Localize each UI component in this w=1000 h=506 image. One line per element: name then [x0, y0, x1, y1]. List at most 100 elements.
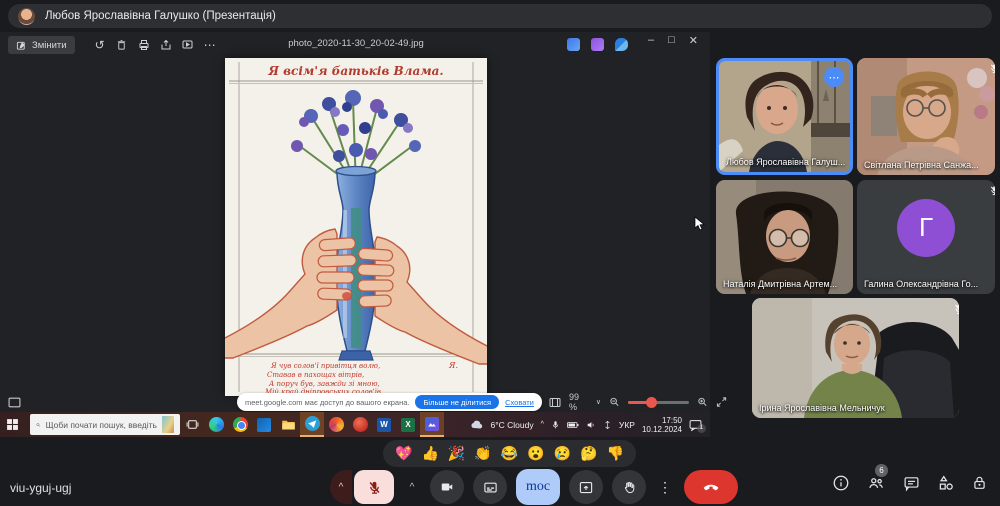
reaction-surprised[interactable]: 😮 [527, 445, 544, 462]
meeting-details-button[interactable] [832, 474, 850, 492]
zoom-in-icon[interactable] [697, 396, 708, 408]
telegram-icon[interactable] [300, 412, 324, 437]
word-icon[interactable]: W [372, 412, 396, 437]
participant-tile-2[interactable]: Світлана Петрівна Санжа... [857, 58, 995, 175]
notification-count-badge: 1 [697, 424, 706, 433]
rotate-icon[interactable]: ↺ [89, 36, 111, 54]
firefox-icon[interactable] [324, 412, 348, 437]
pen-icon [16, 40, 27, 51]
close-button[interactable]: ✕ [689, 34, 698, 47]
participant-tile-4[interactable]: Г Галина Олександрівна Го... [857, 180, 995, 294]
system-tray: 6°C Cloudy ^ УКР 17:50 10.12.2024 1 [470, 416, 710, 434]
people-panel-button[interactable]: 6 [866, 474, 886, 492]
volume-icon[interactable] [586, 420, 596, 430]
app-icon-purple[interactable] [591, 38, 604, 51]
reaction-clap[interactable]: 👏 [474, 445, 491, 462]
reaction-cry[interactable]: 😢 [554, 445, 571, 462]
participant-name: Галина Олександрівна Го... [864, 279, 978, 289]
participant-name: Ірина Ярославівна Мельничук [759, 403, 885, 413]
outlook-icon[interactable] [252, 412, 276, 437]
reactions-toggle-button[interactable]: moc [516, 469, 560, 505]
fullscreen-icon[interactable] [716, 396, 727, 408]
zoom-dropdown-icon[interactable]: ∨ [596, 398, 601, 406]
zoom-slider-thumb[interactable] [646, 397, 657, 408]
drawing-canvas: Я всім'я батьків Влама. [225, 58, 487, 396]
start-button[interactable] [0, 412, 24, 437]
google-meet-window: Любов Ярославівна Галушко (Презентація) … [0, 0, 1000, 506]
shared-screen-photo-viewer: Змінити ↺ ⋯ photo_2020-11-30_20-02-49.jp… [0, 32, 710, 412]
presenter-avatar [18, 8, 35, 25]
reaction-thinking[interactable]: 🤔 [580, 445, 597, 462]
participant-avatar: Г [897, 199, 955, 257]
clock[interactable]: 17:50 10.12.2024 [642, 416, 682, 434]
opera-icon[interactable] [348, 412, 372, 437]
maximize-button[interactable]: □ [668, 34, 675, 47]
svg-text:Я чув солов'ї привітця волю,: Я чув солов'ї привітця волю, [270, 362, 380, 370]
share-icon[interactable] [155, 36, 177, 54]
svg-text:Ставав в пахощах вітрів,: Ставав в пахощах вітрів, [267, 371, 364, 379]
reaction-heart[interactable]: 💖 [395, 445, 412, 462]
window-controls: – □ ✕ [648, 34, 698, 47]
taskbar-search[interactable]: Щоби почати пошук, введіть [30, 414, 180, 435]
hide-link[interactable]: Сховати [505, 398, 538, 407]
minimize-button[interactable]: – [648, 34, 654, 47]
filmstrip-icon[interactable] [549, 397, 561, 408]
network-icon[interactable] [603, 420, 612, 430]
tray-chevron-icon[interactable]: ^ [541, 421, 544, 428]
mic-control: ^ [330, 470, 394, 504]
host-controls-button[interactable] [971, 474, 988, 492]
activities-button[interactable] [937, 474, 955, 492]
mic-toggle-button[interactable] [354, 470, 394, 504]
presenter-title: Любов Ярославівна Галушко (Презентація) [45, 10, 276, 22]
more-options-button[interactable]: ⋮ [655, 470, 675, 504]
weather-text[interactable]: 6°C Cloudy [491, 420, 534, 430]
chat-panel-button[interactable] [902, 475, 921, 492]
battery-icon[interactable] [567, 421, 579, 429]
camera-options-chevron[interactable]: ^ [403, 470, 421, 504]
edge-icon[interactable] [204, 412, 228, 437]
drawing-signature: Я. [448, 361, 458, 370]
mic-options-chevron[interactable]: ^ [330, 470, 352, 504]
excel-icon[interactable]: X [396, 412, 420, 437]
present-screen-button[interactable] [569, 470, 603, 504]
meet-controls: ^ ^ moc ⋮ [330, 469, 738, 505]
language-indicator[interactable]: УКР [619, 420, 635, 430]
thumbnails-icon[interactable] [8, 397, 21, 408]
tile-options-button[interactable]: ⋯ [824, 67, 844, 87]
participant-tile-5[interactable]: Ірина Ярославівна Мельничук [752, 298, 959, 418]
stop-sharing-button[interactable]: Більше не ділитися [415, 395, 499, 409]
tray-mic-icon[interactable] [551, 420, 560, 430]
meet-panels: 6 [832, 474, 988, 492]
participant-name: Наталія Дмитрівна Артем... [723, 279, 837, 289]
reaction-laugh[interactable]: 😂 [501, 445, 518, 462]
camera-toggle-button[interactable] [430, 470, 464, 504]
captions-button[interactable] [473, 470, 507, 504]
reaction-thumbs-down[interactable]: 👎 [607, 445, 624, 462]
zoom-level[interactable]: 99 % [569, 392, 588, 412]
photos-icon[interactable] [420, 412, 444, 437]
search-highlight-image [162, 416, 174, 433]
more-icon[interactable]: ⋯ [199, 36, 221, 54]
chrome-icon[interactable] [228, 412, 252, 437]
onedrive-icon[interactable] [615, 38, 628, 51]
participant-tile-1[interactable]: ⋯ Любов Ярославівна Галуш... [716, 58, 853, 175]
raise-hand-button[interactable] [612, 470, 646, 504]
zoom-slider[interactable] [628, 401, 689, 404]
meeting-code: viu-yguj-ugj [10, 481, 71, 495]
reaction-thumbs-up[interactable]: 👍 [421, 445, 438, 462]
end-call-button[interactable] [684, 470, 738, 504]
zoom-out-icon[interactable] [609, 396, 620, 408]
notification-text: meet.google.com має доступ до вашого екр… [245, 398, 409, 407]
slideshow-icon[interactable] [177, 36, 199, 54]
file-explorer-icon[interactable] [276, 412, 300, 437]
participant-tile-3[interactable]: Наталія Дмитрівна Артем... [716, 180, 853, 294]
edit-button[interactable]: Змінити [8, 36, 75, 54]
photo-toolbar: Змінити ↺ ⋯ photo_2020-11-30_20-02-49.jp… [0, 32, 710, 58]
task-view-button[interactable] [180, 412, 204, 437]
windows-taskbar: Щоби почати пошук, введіть W X 6°C Cloud… [0, 412, 710, 437]
action-center-icon[interactable]: 1 [689, 419, 702, 431]
reaction-party[interactable]: 🎉 [448, 445, 465, 462]
print-icon[interactable] [133, 36, 155, 54]
app-icon-blue[interactable] [567, 38, 580, 51]
delete-icon[interactable] [111, 36, 133, 54]
